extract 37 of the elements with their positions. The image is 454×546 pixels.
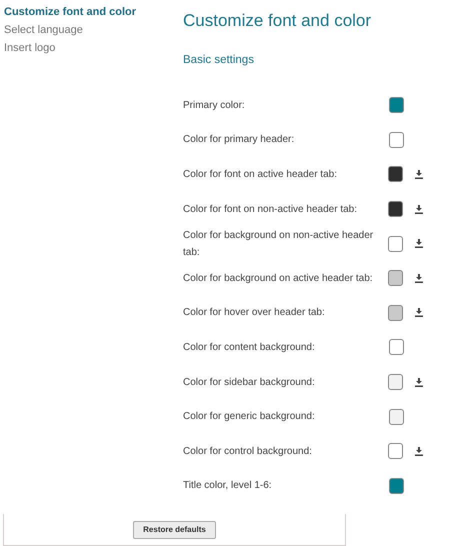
download-icon[interactable] [415, 170, 423, 179]
setting-label: Color for background on active header tab: [183, 272, 374, 286]
color-swatch[interactable] [389, 132, 404, 148]
setting-label: Primary color: [183, 98, 246, 113]
setting-label: Color for sidebar background: [183, 376, 316, 390]
setting-label: Color for control background: [183, 444, 313, 459]
setting-label: Color for generic background: [183, 410, 316, 424]
sidebar-item[interactable]: Insert logo [4, 41, 56, 56]
setting-label: Color for primary header: [183, 133, 296, 148]
setting-label: Color for hover over header tab: [183, 306, 326, 320]
section-heading: Basic settings [183, 53, 255, 68]
setting-label: Color for font on active header tab: [183, 168, 338, 182]
download-icon[interactable] [415, 204, 423, 214]
setting-label: Color for background on non-active header tab: [183, 228, 374, 260]
setting-label: Color for content background: [183, 340, 316, 355]
color-swatch[interactable] [389, 408, 404, 425]
download-icon[interactable] [415, 308, 423, 318]
download-icon[interactable] [415, 274, 423, 283]
download-icon[interactable] [415, 239, 423, 248]
sidebar-item[interactable]: Select language [4, 23, 83, 38]
download-icon[interactable] [415, 378, 423, 387]
color-swatch[interactable] [388, 270, 404, 286]
setting-label: Color for font on non-active header tab: [183, 202, 358, 217]
color-swatch[interactable] [389, 478, 404, 494]
color-swatch[interactable] [388, 374, 404, 390]
color-swatch[interactable] [388, 236, 404, 252]
page-title: Customize font and color [183, 10, 372, 32]
color-swatch[interactable] [388, 166, 404, 182]
setting-label: Title color, level 1-6: [183, 479, 273, 494]
color-swatch[interactable] [389, 97, 404, 114]
download-icon[interactable] [415, 446, 423, 456]
sidebar-item[interactable]: Customize font and color [4, 5, 136, 20]
restore-defaults-button[interactable]: Restore defaults [133, 520, 216, 538]
color-swatch[interactable] [388, 304, 404, 321]
color-swatch[interactable] [388, 443, 404, 460]
color-swatch[interactable] [388, 201, 404, 218]
color-swatch[interactable] [389, 339, 404, 356]
